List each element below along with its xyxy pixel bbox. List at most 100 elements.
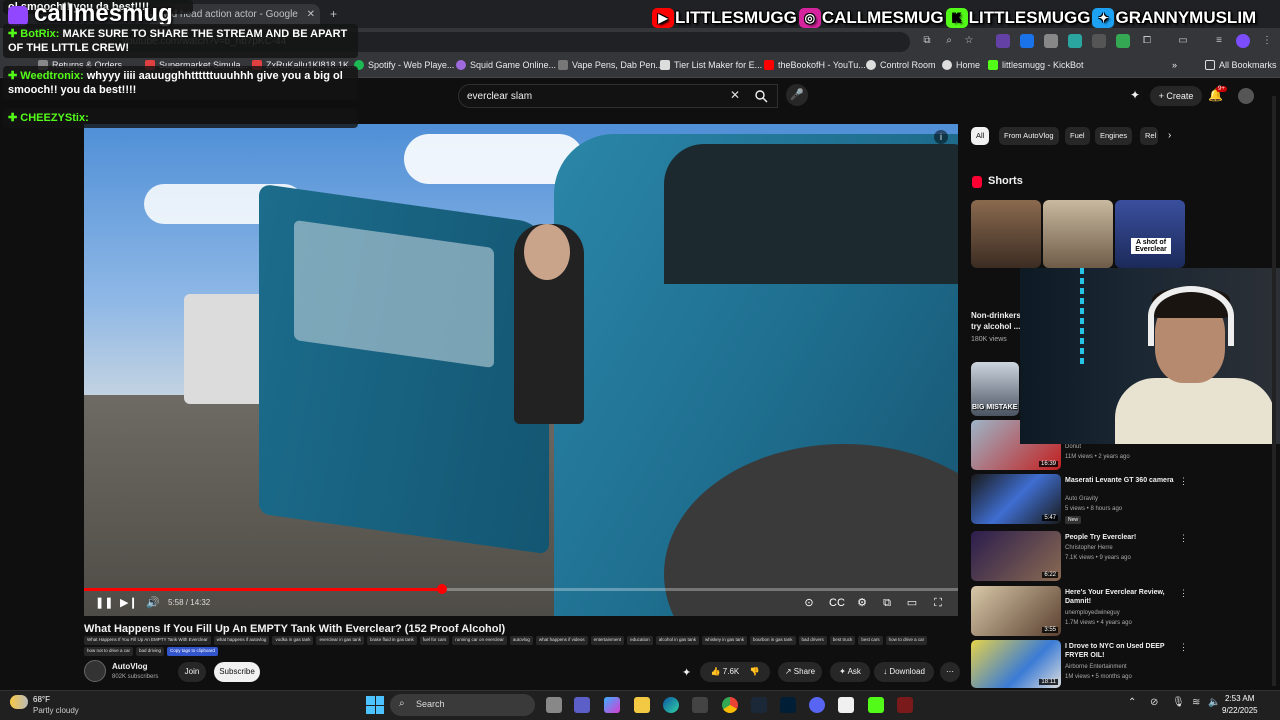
create-button[interactable]: + Create bbox=[1150, 86, 1202, 106]
menu-icon[interactable]: ⋮ bbox=[1260, 34, 1274, 48]
sidepanel-icon[interactable]: ▭ bbox=[1176, 34, 1190, 48]
short-thumbnail[interactable]: BIG MISTAKE bbox=[971, 362, 1019, 416]
video-tag[interactable]: whiskey in gas tank bbox=[701, 636, 747, 645]
extension-icon[interactable] bbox=[1068, 34, 1082, 48]
short-thumbnail[interactable]: A shot of Everclear bbox=[1115, 200, 1185, 268]
like-icon[interactable]: 👍 bbox=[711, 667, 721, 676]
bookmark[interactable]: Squid Game Online... bbox=[456, 60, 556, 70]
video-tag[interactable]: autovlog bbox=[509, 636, 533, 645]
recommended-video[interactable]: 3:55 Here's Your Everclear Review, Damni… bbox=[971, 586, 1188, 636]
install-icon[interactable]: ⧉ bbox=[920, 34, 934, 48]
share-button[interactable]: ↗ Share bbox=[778, 662, 822, 682]
teams-icon[interactable] bbox=[574, 697, 590, 713]
app-icon[interactable] bbox=[897, 697, 913, 713]
more-vert-icon[interactable]: ⋮ bbox=[1179, 642, 1188, 653]
video-tag[interactable]: bad driving bbox=[136, 647, 165, 656]
extension-icon[interactable] bbox=[1020, 34, 1034, 48]
search-button[interactable] bbox=[746, 84, 778, 108]
puzzle-icon[interactable]: ⧠ bbox=[1140, 34, 1154, 48]
extension-icon[interactable] bbox=[1116, 34, 1130, 48]
more-vert-icon[interactable]: ⋮ bbox=[1179, 533, 1188, 544]
recommended-video[interactable]: 6:22 People Try Everclear! Christopher H… bbox=[971, 531, 1188, 581]
wifi-icon[interactable]: ≋ bbox=[1192, 697, 1200, 708]
chevron-right-icon[interactable]: › bbox=[1168, 130, 1171, 141]
info-icon[interactable]: i bbox=[934, 130, 948, 144]
chip-fuel[interactable]: Fuel bbox=[1065, 127, 1090, 145]
discord-icon[interactable] bbox=[809, 697, 825, 713]
channel-avatar[interactable] bbox=[84, 660, 106, 682]
video-tag[interactable]: fuel for cars bbox=[419, 636, 450, 645]
bookmark[interactable]: Vape Pens, Dab Pen... bbox=[558, 60, 663, 70]
video-tag[interactable]: vodka in gas tank bbox=[272, 636, 314, 645]
video-tag[interactable]: alcohol in gas tank bbox=[655, 636, 699, 645]
ask-ai-icon[interactable]: ✦ bbox=[1130, 88, 1140, 102]
dislike-icon[interactable]: 👎 bbox=[749, 667, 759, 676]
chip-from-autovlog[interactable]: From AutoVlog bbox=[999, 127, 1059, 145]
ask-button[interactable]: ✦ Ask bbox=[830, 662, 870, 682]
zoom-icon[interactable]: ⌕ bbox=[942, 34, 956, 48]
copilot-icon[interactable] bbox=[604, 697, 620, 713]
fullscreen-icon[interactable]: ⛶ bbox=[931, 596, 945, 610]
bookmarks-overflow-icon[interactable]: » bbox=[1172, 60, 1177, 70]
video-tag[interactable]: everclear in gas tank bbox=[316, 636, 364, 645]
video-tag[interactable]: bad drivers bbox=[798, 636, 827, 645]
store-icon[interactable] bbox=[692, 697, 708, 713]
taskbar-search[interactable]: Search bbox=[390, 694, 535, 716]
video-tag[interactable]: what happens if autovlog bbox=[213, 636, 270, 645]
subscribe-button[interactable]: Subscribe bbox=[214, 662, 260, 682]
more-vert-icon[interactable]: ⋮ bbox=[1179, 476, 1188, 487]
taskbar-date[interactable]: 9/22/2025 bbox=[1222, 706, 1258, 715]
bookmark[interactable]: Home bbox=[942, 60, 980, 70]
page-scrollbar[interactable] bbox=[1272, 96, 1276, 686]
weather-icon[interactable] bbox=[10, 695, 28, 709]
taskbar-clock[interactable]: 2:53 AM bbox=[1225, 694, 1254, 703]
volume-icon[interactable]: 🔊 bbox=[146, 596, 160, 610]
tray-overflow-icon[interactable]: ⌃ bbox=[1128, 697, 1136, 708]
video-player[interactable]: i bbox=[84, 124, 958, 616]
chip-all[interactable]: All bbox=[971, 127, 990, 145]
theater-icon[interactable]: ▭ bbox=[905, 596, 919, 610]
video-tag[interactable]: education bbox=[627, 636, 653, 645]
photoshop-icon[interactable] bbox=[780, 697, 796, 713]
extension-icon[interactable] bbox=[1092, 34, 1106, 48]
sparkle-icon[interactable]: ✦ bbox=[682, 666, 691, 679]
close-icon[interactable]: ✕ bbox=[307, 9, 315, 20]
autoplay-toggle-icon[interactable]: ⊙ bbox=[800, 596, 818, 610]
bookmark[interactable]: Control Room bbox=[866, 60, 936, 70]
video-tag[interactable]: bourbon in gas tank bbox=[750, 636, 796, 645]
settings-icon[interactable]: ⚙ bbox=[855, 596, 869, 610]
short-title[interactable]: Non-drinkers try alcohol ... bbox=[971, 310, 1021, 332]
kick-app-icon[interactable] bbox=[868, 697, 884, 713]
bookmark[interactable]: theBookofH - YouTu... bbox=[764, 60, 866, 70]
chip-related[interactable]: Rel bbox=[1140, 127, 1158, 145]
edge-icon[interactable] bbox=[663, 697, 679, 713]
bookmark[interactable]: littlesmugg - KickBot bbox=[988, 60, 1084, 70]
more-vert-icon[interactable]: ⋮ bbox=[1179, 588, 1188, 599]
next-icon[interactable]: ▶❙ bbox=[120, 596, 138, 610]
clear-search-icon[interactable]: ✕ bbox=[730, 88, 740, 102]
chip-engines[interactable]: Engines bbox=[1095, 127, 1133, 145]
channel-name[interactable]: AutoVlog bbox=[112, 662, 148, 671]
video-tag[interactable]: brake fluid in gas tank bbox=[367, 636, 417, 645]
join-button[interactable]: Join bbox=[178, 662, 206, 682]
pause-icon[interactable]: ❚❚ bbox=[95, 596, 113, 610]
video-tag[interactable]: running car on everclear bbox=[452, 636, 507, 645]
bookmark[interactable]: Tier List Maker for E... bbox=[660, 60, 762, 70]
star-icon[interactable]: ☆ bbox=[962, 34, 976, 48]
mic-button[interactable]: 🎤 bbox=[786, 84, 808, 106]
video-tag[interactable]: What Happens If You Fill Up An EMPTY Tan… bbox=[84, 636, 211, 645]
steam-icon[interactable] bbox=[751, 697, 767, 713]
mic-tray-icon[interactable]: 🎙 bbox=[1172, 697, 1185, 708]
task-view-icon[interactable] bbox=[546, 697, 562, 713]
download-button[interactable]: ↓ Download bbox=[874, 662, 934, 682]
app-icon[interactable] bbox=[838, 697, 854, 713]
more-actions-icon[interactable]: ⋯ bbox=[940, 662, 960, 682]
network-off-icon[interactable]: ⊘ bbox=[1150, 697, 1158, 708]
video-tag[interactable]: entertainment bbox=[590, 636, 625, 645]
account-avatar[interactable] bbox=[1238, 88, 1254, 104]
short-thumbnail[interactable] bbox=[1043, 200, 1113, 268]
extension-icon[interactable] bbox=[1044, 34, 1058, 48]
captions-icon[interactable]: CC bbox=[829, 596, 845, 610]
recommended-video[interactable]: 18:11 I Drove to NYC on Used DEEP FRYER … bbox=[971, 640, 1188, 690]
video-tag[interactable]: how not to drive a car bbox=[84, 647, 134, 656]
